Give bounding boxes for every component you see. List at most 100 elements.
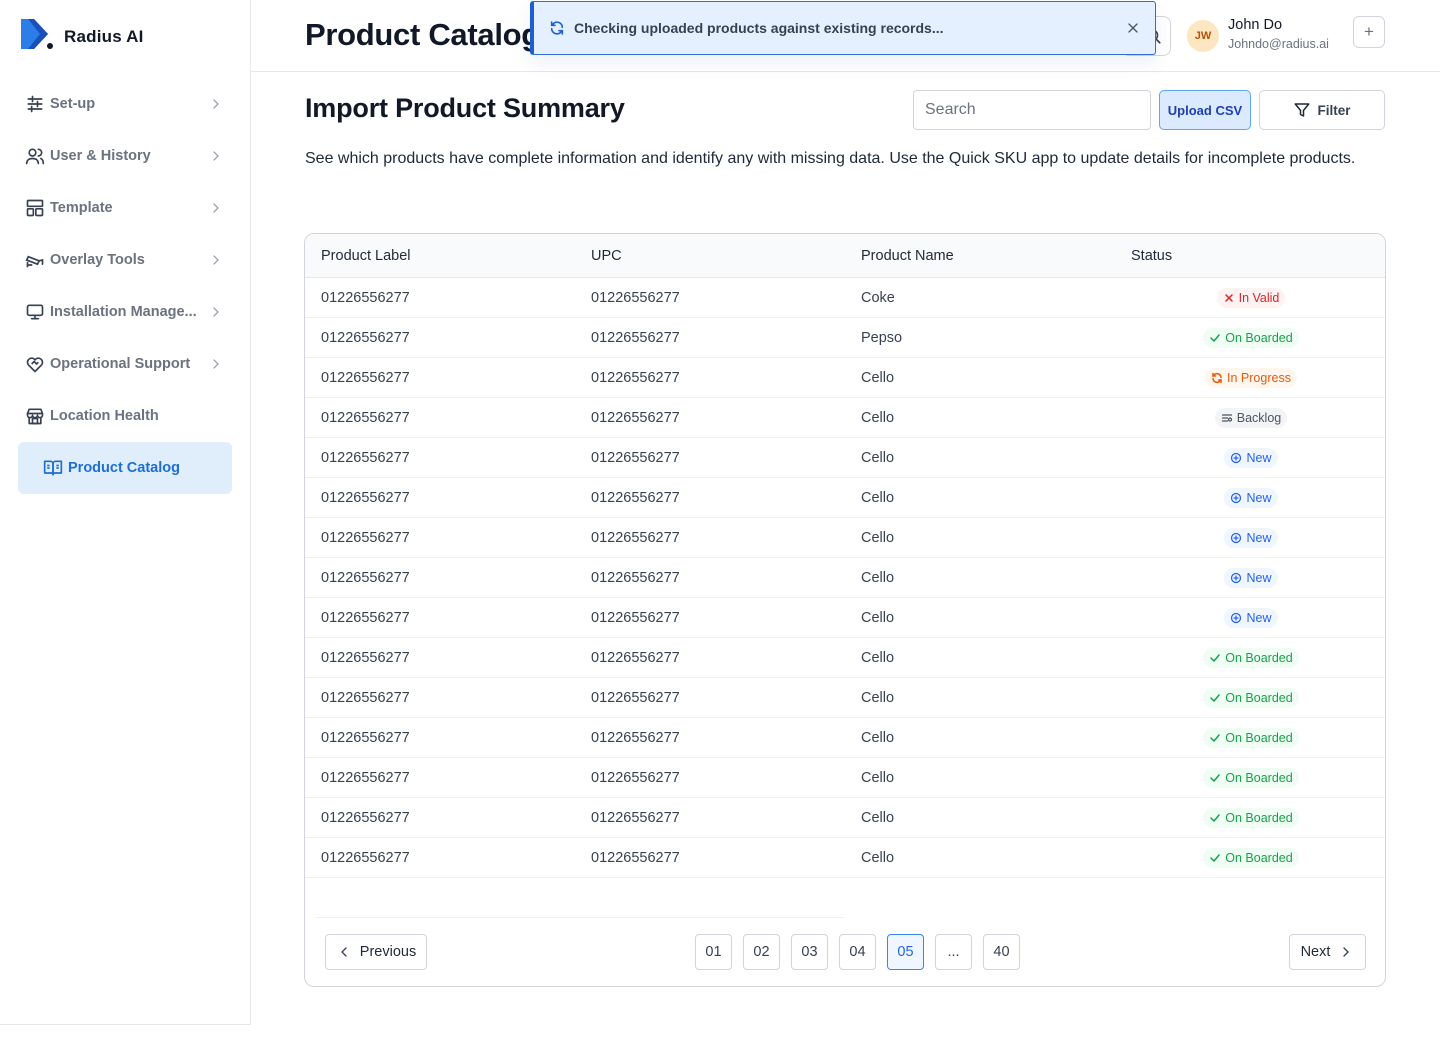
cell-product-label: 01226556277	[321, 689, 410, 706]
table-row[interactable]: 01226556277 01226556277 Cello New	[305, 438, 1385, 478]
cell-product-name: Cello	[861, 369, 895, 386]
cell-product-name: Coke	[861, 289, 895, 306]
cell-product-name: Cello	[861, 689, 895, 706]
page-ellipsis: ...	[935, 934, 972, 970]
heart-handshake-icon	[24, 353, 46, 375]
table-row[interactable]: 01226556277 01226556277 Cello On Boarded	[305, 798, 1385, 838]
cell-product-name: Cello	[861, 809, 895, 826]
cell-status: On Boarded	[1131, 727, 1371, 748]
plus-circle-icon	[1231, 572, 1242, 583]
status-badge: On Boarded	[1203, 647, 1299, 668]
status-text: On Boarded	[1225, 690, 1293, 705]
table-row[interactable]: 01226556277 01226556277 Cello On Boarded	[305, 638, 1385, 678]
table-row[interactable]: 01226556277 01226556277 Cello On Boarded	[305, 838, 1385, 878]
sidebar-item-template[interactable]: Template	[18, 182, 232, 234]
cell-status: Backlog	[1131, 407, 1371, 428]
cell-upc: 01226556277	[591, 369, 680, 386]
status-text: In Valid	[1238, 290, 1280, 305]
close-icon[interactable]	[1125, 20, 1141, 36]
table-row[interactable]: 01226556277 01226556277 Cello On Boarded	[305, 678, 1385, 718]
sidebar-item-setup[interactable]: Set-up	[18, 78, 232, 130]
store-icon	[24, 405, 46, 427]
user-menu[interactable]: JW John Do Johndo@radius.ai	[1187, 16, 1329, 52]
status-text: On Boarded	[1225, 770, 1293, 785]
add-button[interactable]: +	[1353, 16, 1385, 48]
chevron-right-icon	[213, 359, 219, 369]
cell-product-label: 01226556277	[321, 769, 410, 786]
column-header-upc[interactable]: UPC	[591, 248, 622, 264]
chevron-right-icon	[213, 99, 219, 109]
table-row[interactable]: 01226556277 01226556277 Cello New	[305, 518, 1385, 558]
cell-status: New	[1131, 567, 1371, 588]
book-open-icon	[42, 457, 64, 479]
cell-product-name: Cello	[861, 769, 895, 786]
brand-name: Radius AI	[64, 26, 144, 46]
status-badge: In Valid	[1216, 287, 1286, 308]
table-row[interactable]: 01226556277 01226556277 Cello New	[305, 558, 1385, 598]
status-text: New	[1246, 450, 1272, 465]
check-icon	[1210, 733, 1221, 742]
status-text: New	[1246, 610, 1272, 625]
cell-status: New	[1131, 447, 1371, 468]
page-button-current[interactable]: 05	[887, 934, 924, 970]
status-badge: On Boarded	[1203, 687, 1299, 708]
sidebar-item-overlay-tools[interactable]: Overlay Tools	[18, 234, 232, 286]
cell-product-label: 01226556277	[321, 849, 410, 866]
search-input[interactable]	[913, 90, 1151, 130]
table-row[interactable]: 01226556277 01226556277 Coke In Valid	[305, 278, 1385, 318]
table-row[interactable]: 01226556277 01226556277 Cello New	[305, 598, 1385, 638]
page-button[interactable]: 03	[791, 934, 828, 970]
status-badge: New	[1224, 447, 1278, 468]
cell-status: On Boarded	[1131, 807, 1371, 828]
upload-csv-button[interactable]: Upload CSV	[1159, 90, 1251, 130]
page-button[interactable]: 40	[983, 934, 1020, 970]
sidebar-item-installation[interactable]: Installation Manage...	[18, 286, 232, 338]
status-text: On Boarded	[1225, 330, 1293, 345]
cell-upc: 01226556277	[591, 689, 680, 706]
cell-status: On Boarded	[1131, 847, 1371, 868]
next-page-button[interactable]: Next	[1289, 934, 1366, 970]
cell-upc: 01226556277	[591, 849, 680, 866]
filter-icon	[1294, 103, 1310, 117]
sidebar-item-label: Location Health	[50, 408, 159, 424]
sidebar-item-label: Set-up	[50, 96, 96, 112]
brand[interactable]: Radius AI	[18, 16, 144, 57]
page-button[interactable]: 04	[839, 934, 876, 970]
sidebar-item-label: Template	[50, 200, 113, 216]
sidebar-item-product-catalog[interactable]: Product Catalog	[18, 442, 232, 494]
sidebar-item-label: Installation Manage...	[50, 304, 197, 320]
page-button[interactable]: 01	[695, 934, 732, 970]
table-row[interactable]: 01226556277 01226556277 Cello New	[305, 478, 1385, 518]
status-text: New	[1246, 570, 1272, 585]
table-row[interactable]: 01226556277 01226556277 Cello In Progress	[305, 358, 1385, 398]
user-name: John Do	[1228, 17, 1283, 33]
layout-icon	[24, 197, 46, 219]
status-badge: On Boarded	[1203, 807, 1299, 828]
cell-product-label: 01226556277	[321, 649, 410, 666]
sidebar-item-location-health[interactable]: Location Health	[18, 390, 232, 442]
radius-logo-icon	[18, 16, 54, 57]
filter-button[interactable]: Filter	[1259, 90, 1385, 130]
refresh-icon	[550, 21, 564, 35]
table-row[interactable]: 01226556277 01226556277 Cello On Boarded	[305, 758, 1385, 798]
status-text: On Boarded	[1225, 810, 1293, 825]
cell-status: On Boarded	[1131, 687, 1371, 708]
column-header-status[interactable]: Status	[1131, 248, 1172, 264]
cell-product-label: 01226556277	[321, 329, 410, 346]
column-header-product-name[interactable]: Product Name	[861, 248, 954, 264]
status-badge: On Boarded	[1203, 327, 1299, 348]
previous-page-button[interactable]: Previous	[325, 934, 427, 970]
sidebar-item-user-history[interactable]: User & History	[18, 130, 232, 182]
sidebar-item-operational-support[interactable]: Operational Support	[18, 338, 232, 390]
column-header-product-label[interactable]: Product Label	[321, 248, 410, 264]
user-email: Johndo@radius.ai	[1228, 37, 1329, 51]
table-row[interactable]: 01226556277 01226556277 Cello Backlog	[305, 398, 1385, 438]
status-text: In Progress	[1227, 370, 1291, 385]
plus-circle-icon	[1231, 492, 1242, 503]
page-button[interactable]: 02	[743, 934, 780, 970]
status-badge: On Boarded	[1203, 767, 1299, 788]
table-row[interactable]: 01226556277 01226556277 Pepso On Boarded	[305, 318, 1385, 358]
check-icon	[1210, 333, 1221, 342]
chevron-right-icon	[213, 307, 219, 317]
table-row[interactable]: 01226556277 01226556277 Cello On Boarded	[305, 718, 1385, 758]
